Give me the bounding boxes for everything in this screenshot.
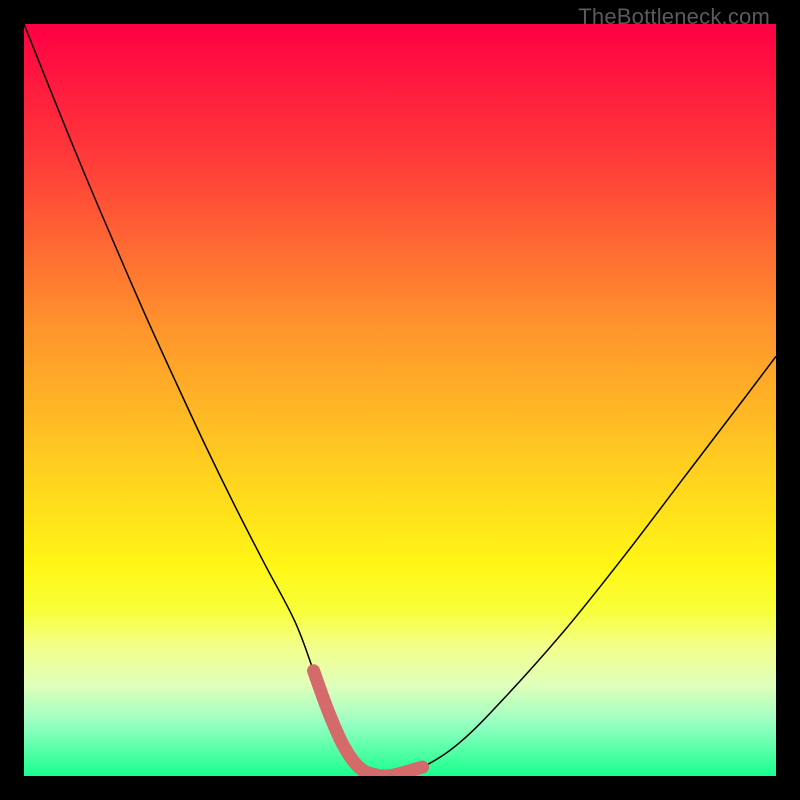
plot-area: [24, 24, 776, 776]
chart-frame: TheBottleneck.com: [0, 0, 800, 800]
series-bottleneck-curve: [24, 24, 776, 776]
watermark-text: TheBottleneck.com: [578, 4, 770, 30]
series-optimal-band: [314, 671, 423, 776]
curve-layer: [24, 24, 776, 776]
